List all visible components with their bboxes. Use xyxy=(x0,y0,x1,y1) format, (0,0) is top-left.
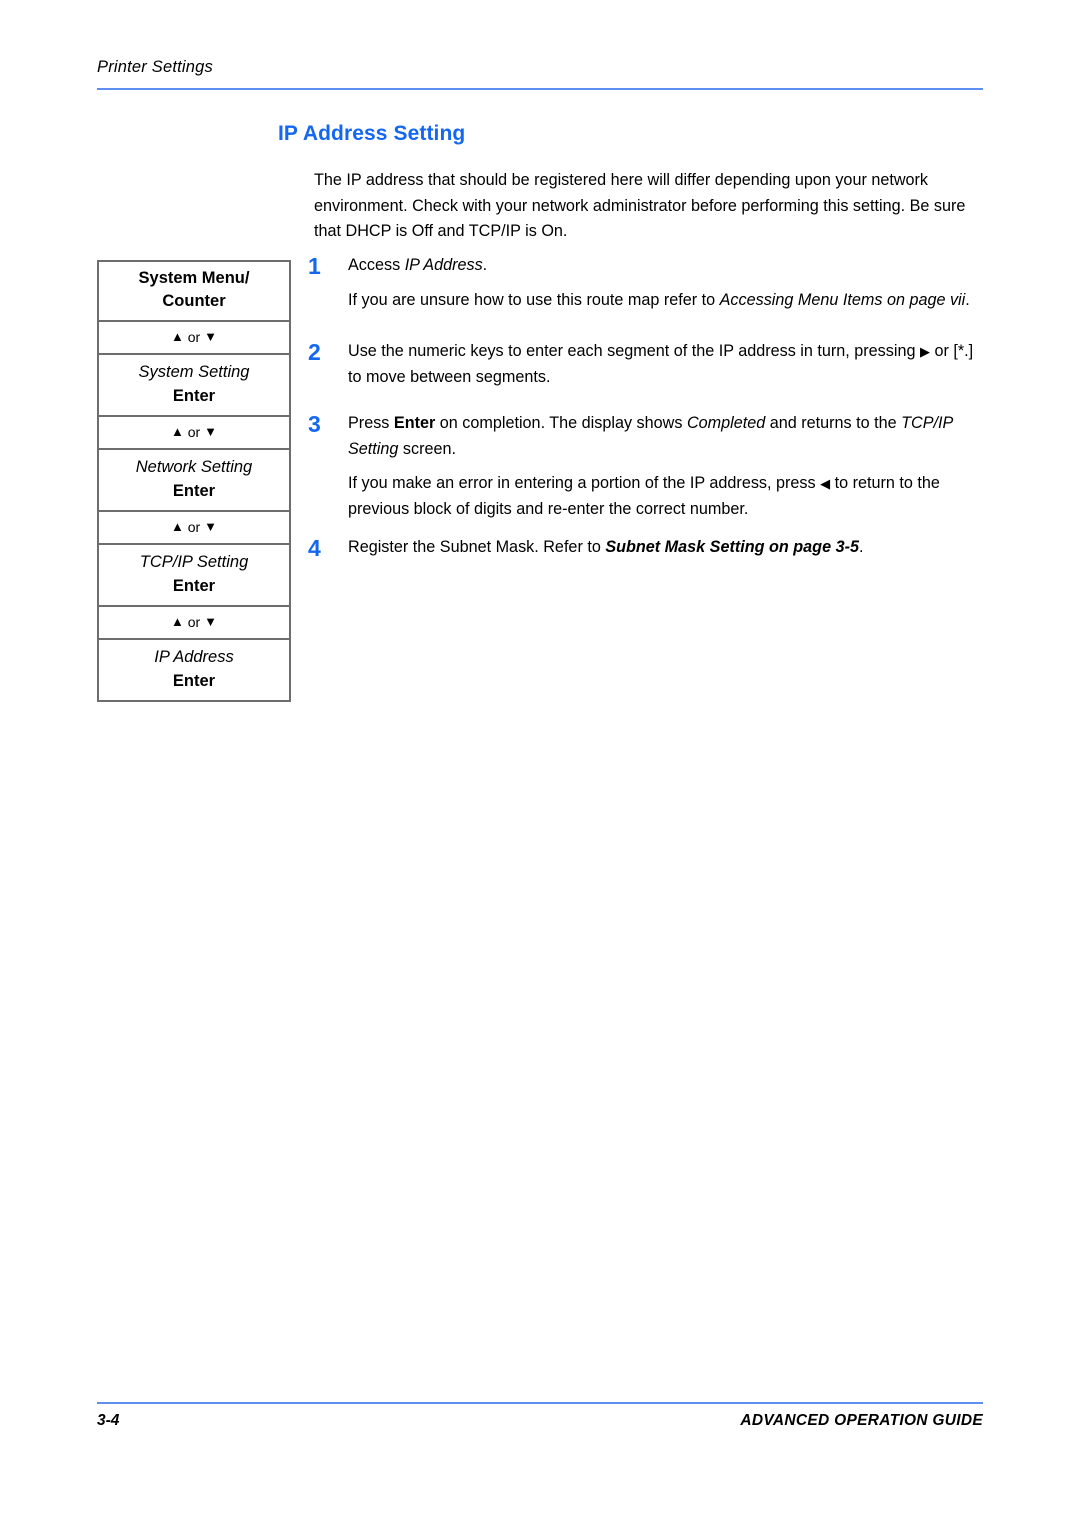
step-1-p1-italic: IP Address xyxy=(404,256,483,274)
step-2-p1-pre: Use the numeric keys to enter each segme… xyxy=(348,342,920,360)
step-1-p2-crossref: Accessing Menu Items on page vii xyxy=(719,290,966,309)
step-1-p2-post: . xyxy=(965,290,970,309)
footer-divider-rule xyxy=(97,1402,983,1404)
step-4-p1-pre: Register the Subnet Mask. Refer to xyxy=(348,538,606,556)
step-3-paragraph-2: If you make an error in entering a porti… xyxy=(348,471,986,522)
step-4-number: 4 xyxy=(308,535,321,561)
arrow-up-icon: ▲ xyxy=(171,424,184,439)
arrow-up-icon: ▲ xyxy=(171,614,184,629)
procedure-steps: 1 Access IP Address. If you are unsure h… xyxy=(308,253,986,561)
step-spacer-1 xyxy=(308,313,986,339)
footer-guide-title: ADVANCED OPERATION GUIDE xyxy=(740,1412,983,1429)
route-label-system-menu-line1: System Menu/ xyxy=(138,269,250,287)
page-title: IP Address Setting xyxy=(278,122,466,145)
route-action-enter-3: Enter xyxy=(172,577,216,595)
route-row-network-setting: Network Setting Enter xyxy=(99,450,289,512)
route-label-system-menu-line2: Counter xyxy=(162,292,226,310)
step-4-p1-post: . xyxy=(858,538,864,556)
arrow-down-icon: ▼ xyxy=(204,329,217,344)
step-3-p1-pre: Press xyxy=(348,414,394,432)
route-label-ip-address: IP Address xyxy=(154,648,234,666)
arrow-up-icon: ▲ xyxy=(171,329,184,344)
step-2-body: Use the numeric keys to enter each segme… xyxy=(348,339,986,390)
step-4-p1-crossref: Subnet Mask Setting on page 3-5 xyxy=(605,538,859,556)
arrow-up-icon: ▲ xyxy=(171,519,184,534)
step-3-p2-pre: If you make an error in entering a porti… xyxy=(348,474,821,492)
step-3-number: 3 xyxy=(308,411,321,437)
step-spacer-2 xyxy=(308,390,986,411)
route-row-arrow-keys-4: ▲ or ▼ xyxy=(99,607,289,640)
route-label-system-setting: System Setting xyxy=(138,363,250,381)
arrow-or-label-2: or xyxy=(187,424,201,440)
route-row-arrow-keys-2: ▲ or ▼ xyxy=(99,417,289,450)
step-1-p1-pre: Access xyxy=(348,256,405,274)
step-1-paragraph-1: Access IP Address. xyxy=(348,253,986,279)
step-1-body: Access IP Address. If you are unsure how… xyxy=(348,253,986,313)
step-2: 2 Use the numeric keys to enter each seg… xyxy=(308,339,986,390)
step-4-paragraph-1: Register the Subnet Mask. Refer to Subne… xyxy=(348,535,986,561)
arrow-or-label-4: or xyxy=(187,614,201,630)
step-3-p1-enter-key: Enter xyxy=(393,414,436,432)
route-row-ip-address: IP Address Enter xyxy=(99,640,289,700)
step-1-p1-post: . xyxy=(482,256,488,274)
arrow-right-icon: ▶ xyxy=(919,344,930,359)
step-2-number: 2 xyxy=(308,339,321,365)
step-3-p1-post: screen. xyxy=(398,439,456,458)
intro-paragraph: The IP address that should be registered… xyxy=(314,171,966,240)
route-row-arrow-keys-1: ▲ or ▼ xyxy=(99,322,289,355)
route-label-network-setting: Network Setting xyxy=(135,458,253,476)
step-spacer-3 xyxy=(308,522,986,535)
step-4-body: Register the Subnet Mask. Refer to Subne… xyxy=(348,535,986,561)
step-1: 1 Access IP Address. If you are unsure h… xyxy=(308,253,986,313)
arrow-left-icon: ◀ xyxy=(820,476,831,491)
arrow-down-icon: ▼ xyxy=(204,519,217,534)
route-row-system-setting: System Setting Enter xyxy=(99,355,289,417)
header-divider-rule xyxy=(97,88,983,90)
route-label-tcpip-setting: TCP/IP Setting xyxy=(139,553,249,571)
arrow-or-label-3: or xyxy=(187,519,201,535)
step-3-paragraph-1: Press Enter on completion. The display s… xyxy=(348,411,986,462)
arrow-down-icon: ▼ xyxy=(204,614,217,629)
footer-page-number: 3-4 xyxy=(97,1412,120,1429)
step-3: 3 Press Enter on completion. The display… xyxy=(308,411,986,522)
step-2-paragraph-1: Use the numeric keys to enter each segme… xyxy=(348,339,986,390)
step-1-number: 1 xyxy=(308,253,321,279)
running-header-title: Printer Settings xyxy=(97,58,214,76)
page-footer: 3-4 ADVANCED OPERATION GUIDE xyxy=(97,1412,983,1430)
route-row-tcpip-setting: TCP/IP Setting Enter xyxy=(99,545,289,607)
step-3-p1-mid: on completion. The display shows xyxy=(435,414,687,432)
route-row-system-menu: System Menu/ Counter xyxy=(99,262,289,322)
route-action-enter-4: Enter xyxy=(172,672,216,690)
step-3-p1-completed: Completed xyxy=(686,414,766,432)
step-3-p1-mid2: and returns to the xyxy=(765,414,902,432)
step-1-p2-pre: If you are unsure how to use this route … xyxy=(348,290,720,309)
arrow-down-icon: ▼ xyxy=(204,424,217,439)
route-action-enter-2: Enter xyxy=(172,482,216,500)
page-running-header: Printer Settings xyxy=(97,58,983,77)
arrow-or-label-1: or xyxy=(187,329,201,345)
route-row-arrow-keys-3: ▲ or ▼ xyxy=(99,512,289,545)
route-map-table: System Menu/ Counter ▲ or ▼ System Setti… xyxy=(97,260,291,702)
route-action-enter-1: Enter xyxy=(172,387,216,405)
step-3-body: Press Enter on completion. The display s… xyxy=(348,411,986,522)
step-4: 4 Register the Subnet Mask. Refer to Sub… xyxy=(308,535,986,561)
step-1-paragraph-2: If you are unsure how to use this route … xyxy=(348,288,986,314)
